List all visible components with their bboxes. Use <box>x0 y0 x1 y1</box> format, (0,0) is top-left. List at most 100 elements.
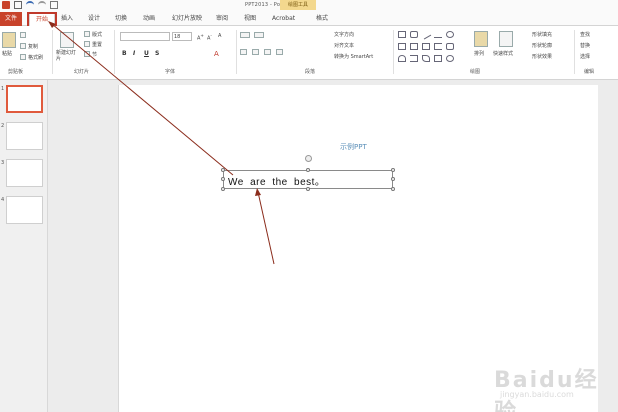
tab-format[interactable]: 格式 <box>316 12 328 26</box>
redo-icon[interactable] <box>38 1 46 9</box>
rectangle-shape-icon[interactable] <box>398 31 406 38</box>
arrange-icon[interactable] <box>474 31 488 47</box>
resize-handle-ml[interactable] <box>221 177 225 181</box>
brace-shape-icon[interactable] <box>410 55 418 62</box>
shape-outline-button[interactable]: 形状轮廓 <box>532 42 552 49</box>
arrange-button[interactable]: 排列 <box>474 50 484 57</box>
grow-font-icon[interactable]: A+ <box>197 33 204 42</box>
drawing-tools-context-label: 绘图工具 <box>280 0 316 10</box>
cut-icon[interactable] <box>20 32 26 38</box>
text-direction-button[interactable]: 文字方向 <box>334 31 354 38</box>
new-slide-icon[interactable] <box>60 32 74 48</box>
resize-handle-bl[interactable] <box>221 187 225 191</box>
resize-handle-tr[interactable] <box>391 168 395 172</box>
resize-handle-mr[interactable] <box>391 177 395 181</box>
quick-styles-icon[interactable] <box>499 31 513 47</box>
thumbnail-number: 2 <box>1 123 5 129</box>
bullets-icon[interactable] <box>240 32 250 38</box>
font-name-combo[interactable] <box>120 32 170 41</box>
resize-handle-bc[interactable] <box>306 187 310 191</box>
paste-button[interactable]: 粘贴 <box>2 50 12 57</box>
section-icon[interactable] <box>84 51 90 57</box>
strikethrough-button[interactable]: S <box>155 50 159 57</box>
slide-thumbnail-2[interactable] <box>6 122 43 150</box>
format-painter-button[interactable]: 格式刷 <box>28 54 43 61</box>
underline-button[interactable]: U <box>144 50 149 57</box>
tab-slideshow[interactable]: 幻灯片放映 <box>172 12 202 26</box>
font-size-combo[interactable]: 18 <box>172 32 192 41</box>
clear-format-icon[interactable]: A <box>218 33 221 39</box>
ribbon-separator <box>52 30 53 74</box>
slide-thumbnail-1[interactable] <box>6 85 43 113</box>
triangle-shape-icon[interactable] <box>398 43 406 50</box>
slideshow-icon[interactable] <box>50 1 58 9</box>
arrow-shape-icon[interactable] <box>434 31 442 38</box>
font-color-icon[interactable]: A <box>214 50 219 58</box>
slide-thumbnail-4[interactable] <box>6 196 43 224</box>
curve-shape-icon[interactable] <box>398 55 406 62</box>
justify-icon[interactable] <box>276 49 283 55</box>
tab-file[interactable]: 文件 <box>0 12 22 26</box>
align-right-icon[interactable] <box>264 49 271 55</box>
shrink-font-icon[interactable]: A- <box>207 33 212 42</box>
copy-icon[interactable] <box>20 43 26 49</box>
numbering-icon[interactable] <box>254 32 264 38</box>
oval-shape-icon[interactable] <box>446 31 454 38</box>
rotate-handle[interactable] <box>305 155 312 162</box>
align-left-icon[interactable] <box>240 49 247 55</box>
shape-effects-button[interactable]: 形状效果 <box>532 53 552 60</box>
italic-button[interactable]: I <box>133 50 135 57</box>
tab-design[interactable]: 设计 <box>88 12 100 26</box>
new-slide-button[interactable]: 新建幻灯片 <box>56 50 80 62</box>
callout-shape-icon[interactable] <box>434 55 442 62</box>
tab-view[interactable]: 视图 <box>244 12 256 26</box>
textbox-text[interactable]: We are the best。 <box>228 173 325 188</box>
undo-icon[interactable] <box>26 1 34 9</box>
select-button[interactable]: 选择 <box>580 53 590 60</box>
more-shapes-icon[interactable] <box>446 55 454 62</box>
watermark-url: jingyan.baidu.com <box>500 390 574 399</box>
align-text-button[interactable]: 对齐文本 <box>334 42 354 49</box>
ribbon-separator <box>574 30 575 74</box>
resize-handle-tc[interactable] <box>306 168 310 172</box>
save-icon[interactable] <box>14 1 22 9</box>
tab-animations[interactable]: 动画 <box>143 12 155 26</box>
convert-smartart-button[interactable]: 转换为 SmartArt <box>334 53 373 60</box>
slide-thumbnail-3[interactable] <box>6 159 43 187</box>
layout-icon[interactable] <box>84 31 90 37</box>
pentagon-shape-icon[interactable] <box>410 43 418 50</box>
find-button[interactable]: 查找 <box>580 31 590 38</box>
tab-acrobat[interactable]: Acrobat <box>272 12 295 26</box>
thumbnail-number: 4 <box>1 197 5 203</box>
star-shape-icon[interactable] <box>446 43 454 50</box>
slide-subtitle[interactable]: 示例PPT <box>340 142 367 152</box>
line-shape-icon[interactable] <box>420 29 432 40</box>
tab-transitions[interactable]: 切换 <box>115 12 127 26</box>
resize-handle-br[interactable] <box>391 187 395 191</box>
thumbnail-number: 1 <box>1 86 5 92</box>
format-painter-icon[interactable] <box>20 54 26 60</box>
copy-button[interactable]: 复制 <box>28 43 38 50</box>
bracket-shape-icon[interactable] <box>434 43 442 50</box>
bold-button[interactable]: B <box>122 50 127 57</box>
shape-fill-button[interactable]: 形状填充 <box>532 31 552 38</box>
paste-icon[interactable] <box>2 32 16 48</box>
quick-styles-button[interactable]: 快速样式 <box>493 50 513 57</box>
section-button[interactable]: 节 <box>92 51 97 58</box>
replace-button[interactable]: 替换 <box>580 42 590 49</box>
slides-group-label: 幻灯片 <box>74 69 90 75</box>
thumbnail-number: 3 <box>1 160 5 166</box>
ribbon-tab-bar: 文件 开始 插入 设计 切换 动画 幻灯片放映 审阅 视图 Acrobat 格式 <box>0 12 618 26</box>
tab-insert[interactable]: 插入 <box>61 12 73 26</box>
rounded-rect-shape-icon[interactable] <box>410 31 418 38</box>
align-center-icon[interactable] <box>252 49 259 55</box>
reset-icon[interactable] <box>84 41 90 47</box>
wave-shape-icon[interactable] <box>422 55 430 62</box>
lshape-shape-icon[interactable] <box>422 43 430 50</box>
layout-button[interactable]: 版式 <box>92 31 102 38</box>
resize-handle-tl[interactable] <box>221 168 225 172</box>
tab-review[interactable]: 审阅 <box>216 12 228 26</box>
drawing-group-label: 绘图 <box>470 69 481 75</box>
clipboard-group-label: 剪贴板 <box>8 69 24 75</box>
reset-button[interactable]: 重置 <box>92 41 102 48</box>
